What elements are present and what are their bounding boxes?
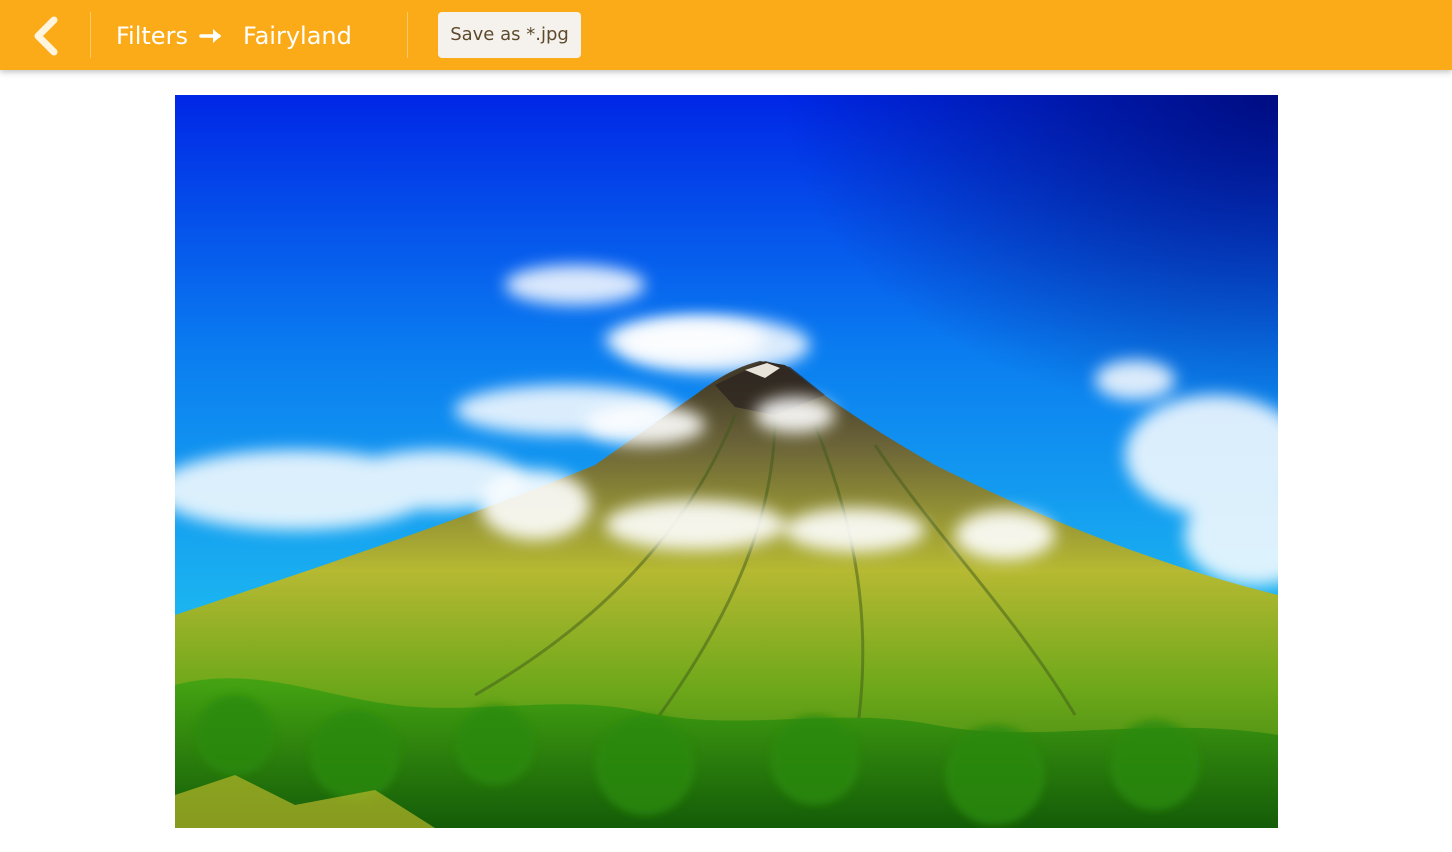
save-as-jpg-button[interactable]: Save as *.jpg (438, 12, 581, 58)
toolbar-divider (90, 12, 91, 58)
toolbar-divider (407, 12, 408, 58)
breadcrumb-filters[interactable]: Filters (116, 19, 188, 53)
arrow-right-icon (199, 29, 221, 43)
chevron-left-icon (34, 16, 58, 56)
filtered-image-preview (175, 95, 1278, 828)
top-toolbar: Filters Fairyland Save as *.jpg (0, 0, 1452, 70)
back-button[interactable] (22, 14, 70, 58)
breadcrumb-current-filter: Fairyland (243, 22, 352, 50)
